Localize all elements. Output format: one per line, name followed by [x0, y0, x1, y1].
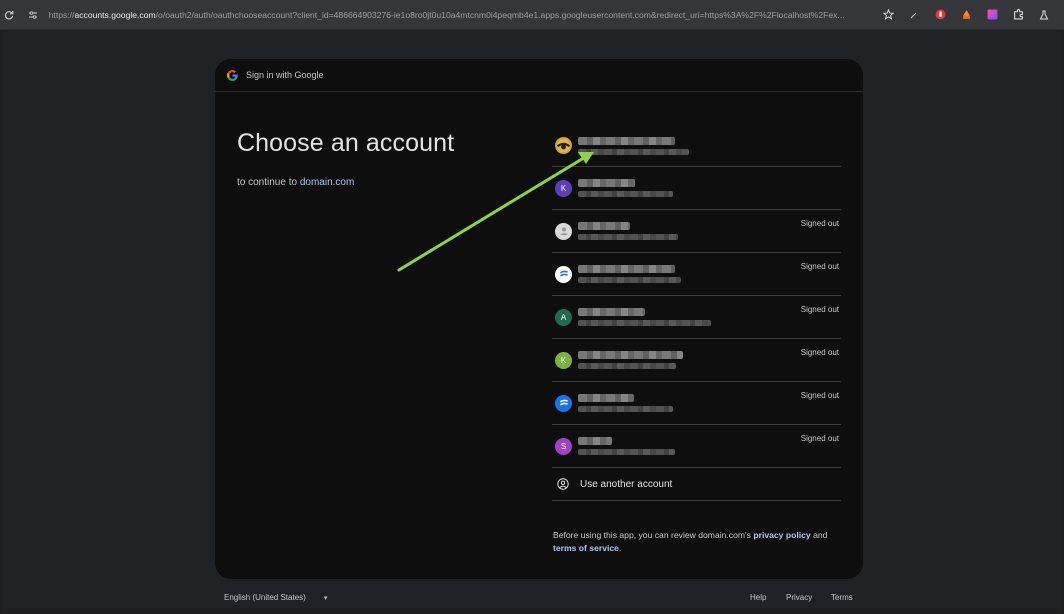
account-name-redacted: [578, 351, 683, 359]
language-selector[interactable]: English (United States) ▾: [224, 593, 327, 602]
labs-flask-icon[interactable]: [1038, 9, 1050, 21]
google-logo-icon: [227, 69, 238, 81]
extension-orange-icon[interactable]: [960, 9, 972, 21]
account-text: [578, 136, 689, 155]
card-header-title: Sign in with Google: [246, 70, 324, 80]
account-name-redacted: [578, 136, 675, 145]
browser-toolbar: https://accounts.google.com/o/oauth2/aut…: [0, 0, 1064, 30]
use-another-account-label: Use another account: [580, 478, 673, 490]
terms-of-service-link[interactable]: terms of service: [553, 543, 619, 553]
site-settings-icon[interactable]: [26, 10, 40, 20]
account-avatar: [555, 222, 572, 240]
account-text: [578, 179, 673, 197]
account-text: [578, 394, 673, 412]
signed-out-label: Signed out: [800, 219, 839, 228]
footer-privacy-link[interactable]: Privacy: [786, 593, 812, 602]
address-bar[interactable]: https://accounts.google.com/o/oauth2/aut…: [49, 10, 868, 20]
use-another-account-button[interactable]: Use another account: [552, 468, 841, 501]
signed-out-label: Signed out: [800, 434, 839, 443]
account-text: [578, 222, 678, 240]
account-name-redacted: [578, 394, 634, 402]
sign-in-card: Sign in with Google Choose an account to…: [215, 59, 863, 579]
account-avatar: S: [555, 437, 572, 455]
continue-text: to continue to domain.com: [237, 177, 454, 188]
account-row[interactable]: K Signed out: [552, 339, 841, 382]
page-background: Sign in with Google Choose an account to…: [2, 30, 1062, 612]
extension-gradient-icon[interactable]: [986, 9, 998, 21]
app-domain-link[interactable]: domain.com: [300, 177, 354, 188]
avatar-letter: K: [560, 355, 567, 365]
avatar-letter: A: [560, 312, 567, 322]
account-email-redacted: [578, 191, 673, 197]
account-text: [578, 437, 675, 455]
account-row[interactable]: K: [552, 167, 841, 210]
url-host: accounts.google.com: [74, 9, 156, 20]
account-name-redacted: [578, 265, 675, 273]
bookmark-star-icon[interactable]: [882, 9, 894, 21]
account-name-redacted: [578, 179, 635, 187]
continue-prefix: to continue to: [237, 177, 300, 188]
language-label: English (United States): [224, 593, 306, 602]
extension-red-icon[interactable]: [934, 9, 946, 21]
account-email-redacted: [578, 148, 689, 155]
account-avatar: [555, 137, 572, 154]
account-row[interactable]: [552, 125, 841, 167]
account-email-redacted: [578, 234, 678, 240]
footer-terms-link[interactable]: Terms: [831, 593, 853, 602]
account-avatar: A: [555, 308, 572, 326]
card-header: Sign in with Google: [215, 59, 863, 92]
avatar-letter: S: [560, 441, 567, 451]
account-avatar: [555, 394, 572, 412]
signed-out-label: Signed out: [800, 348, 839, 357]
account-row[interactable]: S Signed out: [552, 425, 841, 468]
account-row[interactable]: A Signed out: [552, 296, 841, 339]
account-email-redacted: [578, 406, 673, 412]
account-avatar: [555, 265, 572, 283]
account-text: [578, 351, 683, 369]
signed-out-label: Signed out: [800, 262, 839, 271]
account-avatar: K: [555, 179, 572, 197]
account-email-redacted: [578, 449, 675, 455]
url-scheme: https://: [48, 9, 75, 20]
left-pane: Choose an account to continue to domain.…: [237, 129, 454, 188]
avatar-letter: K: [560, 183, 567, 193]
extension-icon[interactable]: [1012, 9, 1024, 21]
account-name-redacted: [578, 437, 612, 445]
privacy-disclaimer: Before using this app, you can review do…: [553, 529, 853, 555]
account-row[interactable]: Signed out: [552, 253, 841, 296]
account-circle-icon: [555, 477, 570, 492]
url-path: /o/oauth2/auth/oauthchooseaccount?client…: [155, 9, 845, 20]
account-email-redacted: [578, 320, 711, 326]
account-text: [578, 265, 681, 283]
disclaimer-text: Before using this app, you can review do…: [553, 530, 754, 540]
account-email-redacted: [578, 277, 681, 283]
account-row[interactable]: Signed out: [552, 382, 841, 425]
footer-help-link[interactable]: Help: [750, 593, 766, 602]
account-list: K Signed out Signed out A Signed out K S…: [552, 125, 841, 501]
signed-out-label: Signed out: [800, 305, 839, 314]
account-row[interactable]: Signed out: [552, 210, 841, 253]
account-email-redacted: [578, 363, 676, 369]
account-name-redacted: [578, 222, 630, 230]
account-name-redacted: [578, 308, 645, 316]
account-avatar: K: [555, 351, 572, 369]
disclaimer-end: .: [618, 543, 622, 553]
page-footer: English (United States) ▾ Help Privacy T…: [2, 590, 1062, 608]
privacy-policy-link[interactable]: privacy policy: [753, 530, 810, 540]
account-text: [578, 308, 711, 326]
disclaimer-and: and: [810, 530, 828, 540]
page-title: Choose an account: [237, 129, 455, 157]
reload-icon[interactable]: [2, 10, 16, 20]
extension-arrow-icon[interactable]: [908, 9, 920, 21]
chevron-down-icon: ▾: [323, 594, 328, 602]
signed-out-label: Signed out: [800, 391, 839, 400]
